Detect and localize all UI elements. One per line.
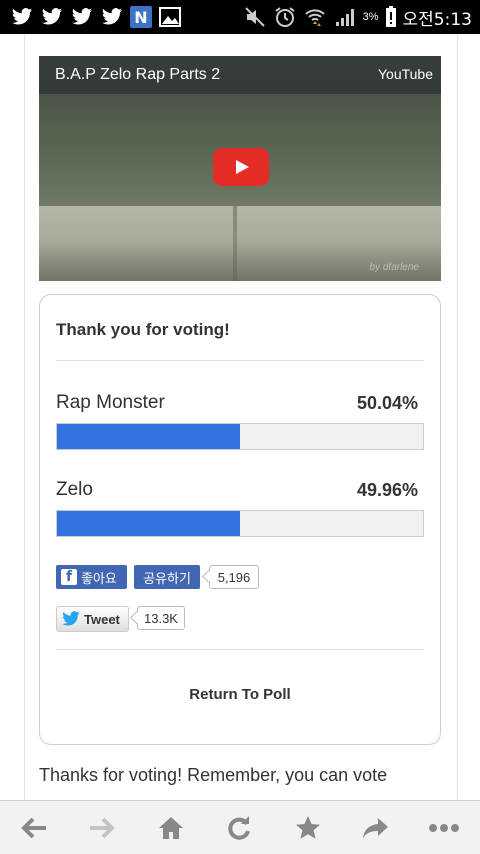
twitter-icon xyxy=(100,5,124,29)
tweet-label: Tweet xyxy=(84,611,120,627)
divider xyxy=(56,649,424,650)
option-name: Zelo xyxy=(56,479,93,500)
page-body-text: Thanks for voting! Remember, you can vot… xyxy=(39,765,388,785)
forward-icon[interactable] xyxy=(86,812,118,844)
browser-toolbar xyxy=(0,800,480,854)
twitter-bird-icon xyxy=(61,611,81,627)
result-bar xyxy=(56,423,424,450)
video-watermark: by dfarlene xyxy=(369,262,419,273)
video-shade xyxy=(39,241,441,281)
option-percent: 49.96% xyxy=(356,480,418,500)
signal-icon xyxy=(333,5,357,29)
twitter-icon xyxy=(40,5,64,29)
home-icon[interactable] xyxy=(155,812,187,844)
divider xyxy=(56,360,424,361)
youtube-video-embed[interactable]: B.A.P Zelo Rap Parts 2 YouTube by dfarle… xyxy=(39,56,441,281)
battery-icon xyxy=(385,5,397,29)
youtube-logo[interactable]: YouTube xyxy=(378,66,433,82)
result-bar xyxy=(56,510,424,537)
refresh-icon[interactable] xyxy=(223,812,255,844)
tweet-button[interactable]: Tweet xyxy=(56,606,129,632)
wifi-icon xyxy=(303,5,327,29)
status-bar: N 3% 오전5:13 xyxy=(0,0,480,34)
n-app-icon: N xyxy=(130,6,152,28)
back-icon[interactable] xyxy=(18,812,50,844)
facebook-share-label: 공유하기 xyxy=(143,570,191,586)
facebook-share-count: 5,196 xyxy=(209,565,259,589)
facebook-like-label: 좋아요 xyxy=(81,570,117,586)
battery-percent: 3% xyxy=(362,11,379,23)
facebook-share-button[interactable]: 공유하기 xyxy=(134,565,200,589)
bookmark-star-icon[interactable] xyxy=(292,812,324,844)
return-to-poll-link[interactable]: Return To Poll xyxy=(40,686,440,703)
notification-icons: N xyxy=(10,5,182,29)
play-button[interactable] xyxy=(213,148,269,186)
result-bar-fill xyxy=(57,424,241,449)
twitter-icon xyxy=(10,5,34,29)
result-bar-fill xyxy=(57,511,240,536)
option-percent: 50.04% xyxy=(356,393,418,413)
facebook-like-button[interactable]: f 좋아요 xyxy=(56,565,127,589)
share-icon[interactable] xyxy=(360,812,392,844)
poll-heading: Thank you for voting! xyxy=(56,320,230,339)
system-icons: 3% 오전5:13 xyxy=(243,4,472,30)
alarm-icon xyxy=(273,5,297,29)
poll-results-card: Thank you for voting! Rap Monster 50.04%… xyxy=(39,294,441,745)
tweet-count: 13.3K xyxy=(137,606,185,630)
more-icon[interactable] xyxy=(428,812,460,844)
mute-icon xyxy=(243,5,267,29)
option-name: Rap Monster xyxy=(56,392,165,413)
twitter-icon xyxy=(70,5,94,29)
gallery-icon xyxy=(158,5,182,29)
video-title[interactable]: B.A.P Zelo Rap Parts 2 xyxy=(55,66,220,84)
facebook-icon: f xyxy=(61,569,77,585)
clock: 오전5:13 xyxy=(402,9,472,30)
